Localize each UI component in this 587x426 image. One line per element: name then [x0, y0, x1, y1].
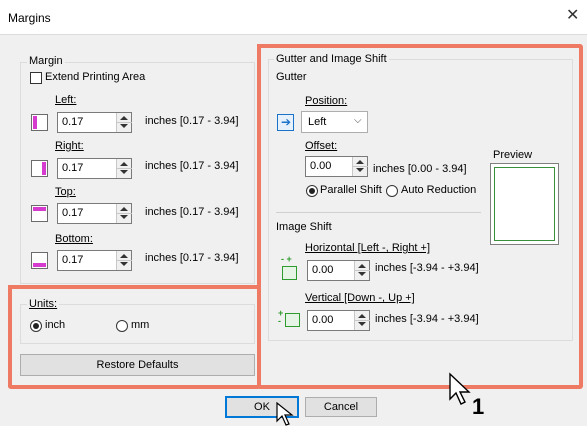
right-margin-range: inches [0.17 - 3.94]: [145, 160, 239, 172]
step-pointer-icon: [449, 372, 471, 405]
top-margin-value[interactable]: 0.17: [62, 207, 83, 219]
left-margin-icon: [31, 114, 48, 131]
bottom-margin-icon: [31, 252, 48, 269]
extend-printing-area-checkbox[interactable]: [30, 72, 42, 84]
top-margin-spinner[interactable]: 0.17: [57, 203, 132, 224]
top-margin-label: Top:: [55, 186, 76, 198]
bottom-margin-spinner[interactable]: 0.17: [57, 250, 132, 271]
extend-printing-area-label[interactable]: Extend Printing Area: [45, 71, 145, 83]
right-margin-icon: [31, 160, 48, 177]
right-margin-label: Right:: [55, 140, 84, 152]
highlight-connector: [257, 44, 261, 289]
title-bar: Margins ✕: [0, 0, 587, 34]
step-number: 1: [472, 394, 485, 419]
right-margin-spinner[interactable]: 0.17: [57, 158, 132, 179]
bottom-margin-value[interactable]: 0.17: [62, 254, 83, 266]
bottom-margin-range: inches [0.17 - 3.94]: [145, 252, 239, 264]
ok-label: OK: [254, 401, 270, 413]
left-margin-label: Left:: [55, 94, 77, 106]
window-title: Margins: [8, 11, 51, 25]
highlight-gutter-image-shift: [257, 44, 583, 389]
highlight-connector-top: [8, 285, 261, 289]
close-icon[interactable]: ✕: [566, 8, 579, 24]
highlight-units-restore: [8, 285, 261, 389]
mouse-pointer-icon: [276, 402, 294, 426]
top-margin-icon: [31, 205, 48, 222]
cancel-label: Cancel: [323, 401, 359, 413]
left-margin-range: inches [0.17 - 3.94]: [145, 115, 239, 127]
top-margin-range: inches [0.17 - 3.94]: [145, 206, 239, 218]
margin-legend: Margin: [27, 55, 65, 67]
right-margin-value[interactable]: 0.17: [62, 162, 83, 174]
bottom-margin-label: Bottom:: [55, 233, 93, 245]
left-margin-value[interactable]: 0.17: [62, 116, 83, 128]
left-margin-spinner[interactable]: 0.17: [57, 112, 132, 133]
cancel-button[interactable]: Cancel: [305, 397, 377, 417]
